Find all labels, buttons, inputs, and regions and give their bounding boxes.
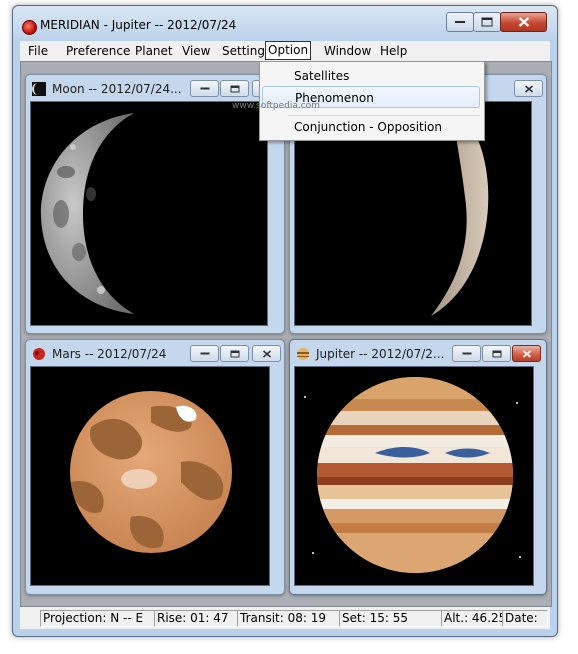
menu-bar: File Preference Planet View Setting Opti… bbox=[20, 41, 550, 61]
jupiter-disk-image bbox=[304, 377, 521, 573]
status-bar: Projection: N -- E Rise: 01: 47 Transit:… bbox=[20, 607, 550, 629]
moon-icon bbox=[32, 82, 46, 96]
meridian-app-icon[interactable] bbox=[22, 20, 37, 35]
venus-close-button[interactable] bbox=[514, 80, 543, 97]
menu-preference[interactable]: Preference bbox=[64, 43, 132, 59]
jupiter-view[interactable] bbox=[294, 366, 534, 586]
mars-disk-image bbox=[70, 391, 232, 553]
minimize-icon bbox=[455, 21, 465, 23]
close-icon bbox=[518, 17, 529, 27]
mars-maximize-button[interactable] bbox=[220, 345, 249, 362]
window-title: MERIDIAN - Jupiter -- 2012/07/24 bbox=[40, 18, 237, 32]
status-transit: Transit: 08: 19 bbox=[237, 610, 340, 627]
jupiter-icon bbox=[297, 348, 309, 360]
menu-window[interactable]: Window bbox=[322, 43, 373, 59]
menu-option[interactable]: Option bbox=[265, 41, 312, 60]
close-icon bbox=[524, 84, 533, 93]
minimize-icon bbox=[200, 87, 209, 89]
mdi-client-area: Moon -- 2012/07/24... Mars -- 2012/07/24… bbox=[20, 61, 552, 607]
maximize-icon bbox=[492, 350, 501, 357]
menu-view[interactable]: View bbox=[180, 43, 212, 59]
close-button[interactable] bbox=[500, 12, 547, 32]
watermark-text: www.softpedia.com bbox=[232, 101, 320, 111]
jupiter-close-button[interactable] bbox=[512, 345, 541, 362]
status-set: Set: 15: 55 bbox=[339, 610, 442, 627]
moon-maximize-button[interactable] bbox=[220, 80, 249, 97]
moon-view[interactable] bbox=[30, 101, 268, 326]
title-bar[interactable]: MERIDIAN - Jupiter -- 2012/07/24 bbox=[13, 6, 557, 40]
maximize-icon bbox=[230, 350, 239, 357]
menu-help[interactable]: Help bbox=[378, 43, 409, 59]
mars-child-window[interactable]: Mars -- 2012/07/24 bbox=[25, 339, 285, 595]
menu-file[interactable]: File bbox=[26, 43, 50, 59]
mars-close-button[interactable] bbox=[252, 345, 281, 362]
maximize-icon bbox=[481, 17, 493, 27]
mars-icon bbox=[33, 348, 45, 360]
minimize-icon bbox=[462, 352, 471, 354]
maximize-icon bbox=[230, 85, 239, 92]
status-altitude: Alt.: 46.25 bbox=[441, 610, 503, 627]
mars-window-title: Mars -- 2012/07/24 bbox=[52, 347, 167, 361]
moon-window-title: Moon -- 2012/07/24... bbox=[52, 82, 182, 96]
jupiter-window-title: Jupiter -- 2012/07/2... bbox=[316, 347, 445, 361]
status-rise: Rise: 01: 47 bbox=[154, 610, 238, 627]
minimize-button[interactable] bbox=[446, 12, 474, 32]
menu-planet[interactable]: Planet bbox=[133, 43, 175, 59]
jupiter-maximize-button[interactable] bbox=[482, 345, 511, 362]
jupiter-minimize-button[interactable] bbox=[452, 345, 481, 362]
maximize-button[interactable] bbox=[473, 12, 501, 32]
moon-minimize-button[interactable] bbox=[190, 80, 219, 97]
close-icon bbox=[262, 349, 271, 358]
menu-item-conjunction-opposition[interactable]: Conjunction - Opposition bbox=[262, 116, 480, 138]
menu-item-satellites[interactable]: Satellites bbox=[262, 65, 480, 87]
close-icon bbox=[522, 349, 531, 358]
mars-view[interactable] bbox=[30, 366, 270, 586]
status-projection: Projection: N -- E bbox=[40, 610, 155, 627]
moon-crescent-image bbox=[40, 113, 134, 314]
menu-setting[interactable]: Setting bbox=[220, 43, 267, 59]
moon-child-window[interactable]: Moon -- 2012/07/24... bbox=[25, 74, 285, 334]
jupiter-child-window[interactable]: Jupiter -- 2012/07/2... bbox=[289, 339, 547, 595]
minimize-icon bbox=[200, 352, 209, 354]
status-date: Date: bbox=[502, 610, 548, 627]
mars-minimize-button[interactable] bbox=[190, 345, 219, 362]
